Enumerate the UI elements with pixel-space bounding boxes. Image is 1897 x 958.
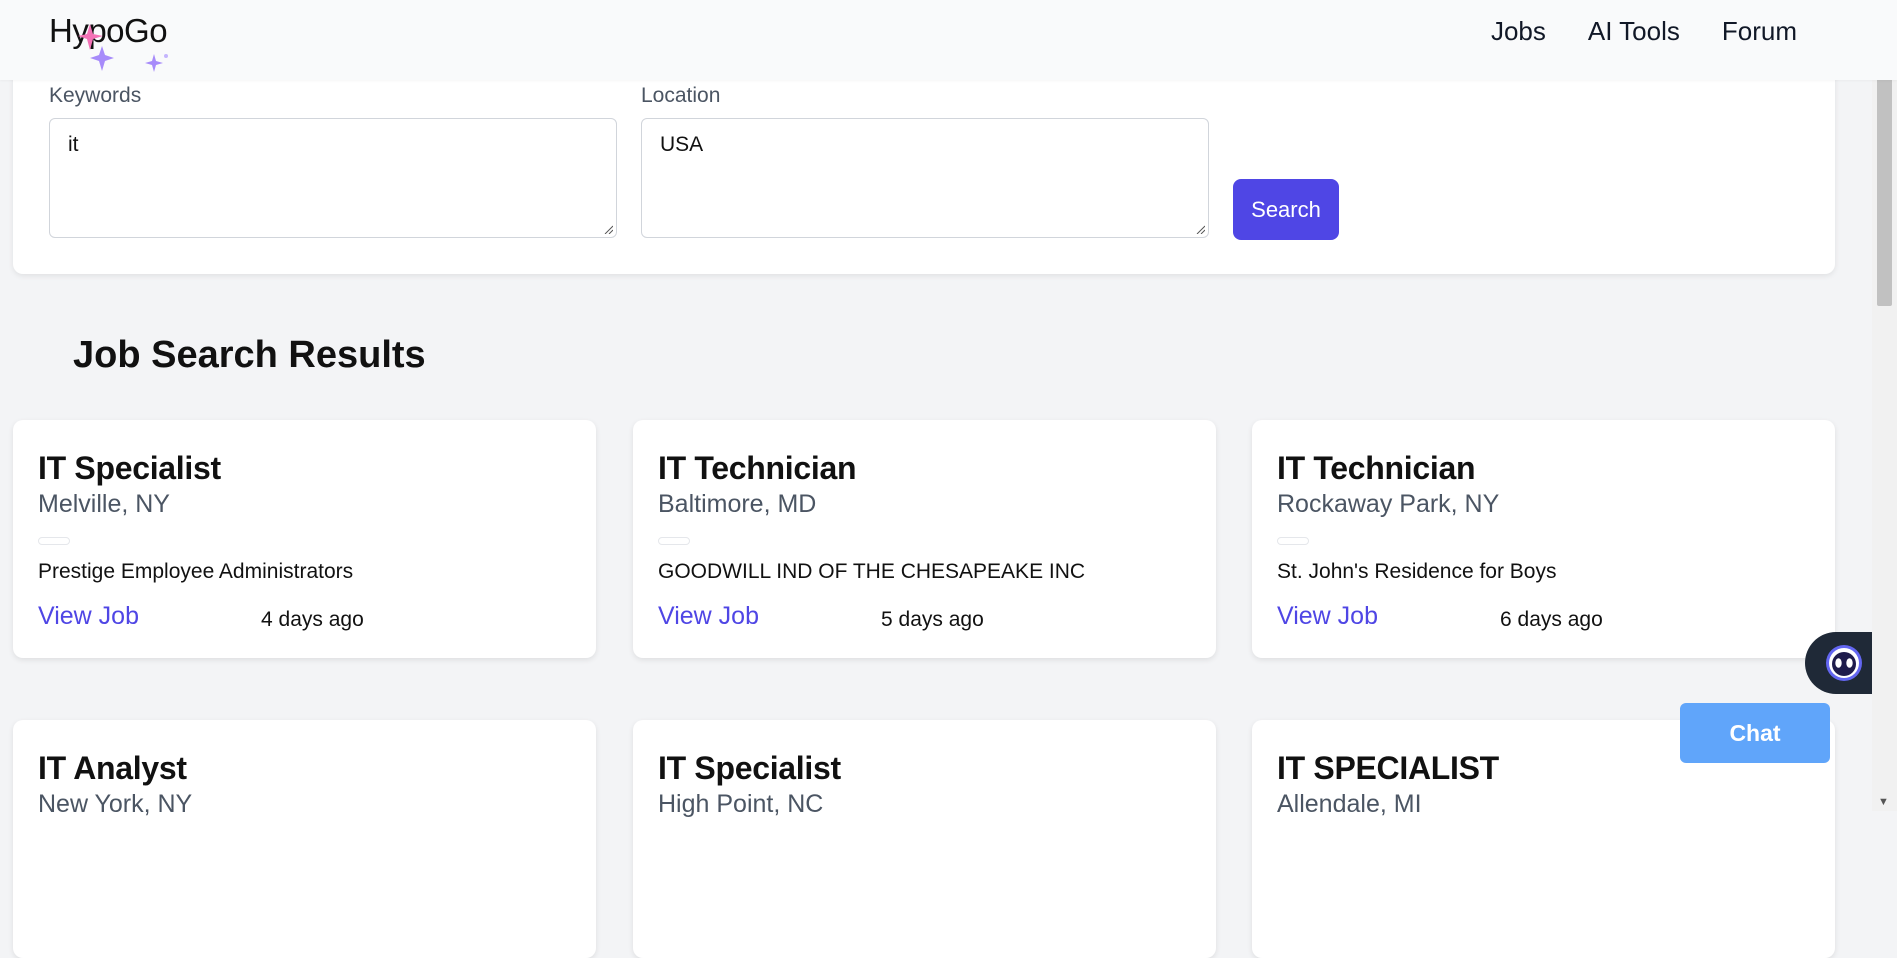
job-tag bbox=[658, 537, 690, 545]
keywords-input[interactable]: it bbox=[49, 118, 617, 238]
job-card[interactable]: IT Technician Baltimore, MD GOODWILL IND… bbox=[633, 420, 1216, 658]
job-posted-date: 6 days ago bbox=[1500, 608, 1603, 631]
job-title: IT Analyst bbox=[38, 750, 187, 786]
job-company: St. John's Residence for Boys bbox=[1277, 560, 1557, 583]
keywords-label: Keywords bbox=[49, 84, 142, 107]
sparkles-icon bbox=[78, 24, 168, 72]
job-location: New York, NY bbox=[38, 790, 193, 818]
job-location: Baltimore, MD bbox=[658, 490, 817, 518]
job-title: IT SPECIALIST bbox=[1277, 750, 1499, 786]
main-nav: Jobs AI Tools Forum bbox=[1491, 16, 1797, 47]
results-title: Job Search Results bbox=[73, 334, 426, 376]
location-value: USA bbox=[660, 133, 704, 156]
resize-grip-icon[interactable] bbox=[1195, 224, 1205, 234]
job-title: IT Technician bbox=[1277, 450, 1476, 486]
job-location: Allendale, MI bbox=[1277, 790, 1422, 818]
job-card[interactable]: IT Technician Rockaway Park, NY St. John… bbox=[1252, 420, 1835, 658]
view-job-link[interactable]: View Job bbox=[1277, 602, 1378, 631]
job-tag bbox=[38, 537, 70, 545]
chat-button[interactable]: Chat bbox=[1680, 703, 1830, 763]
job-card[interactable]: IT Analyst New York, NY bbox=[13, 720, 596, 958]
job-company: Prestige Employee Administrators bbox=[38, 560, 354, 583]
job-company: GOODWILL IND OF THE CHESAPEAKE INC bbox=[658, 560, 1086, 583]
resize-grip-icon[interactable] bbox=[603, 224, 613, 234]
job-posted-date: 5 days ago bbox=[881, 608, 984, 631]
view-job-link[interactable]: View Job bbox=[658, 602, 759, 631]
job-title: IT Specialist bbox=[658, 750, 841, 786]
job-posted-date: 4 days ago bbox=[261, 608, 364, 631]
job-tag bbox=[1277, 537, 1309, 545]
keywords-value: it bbox=[68, 133, 79, 156]
nav-ai-tools[interactable]: AI Tools bbox=[1588, 16, 1680, 47]
search-button[interactable]: Search bbox=[1233, 179, 1339, 240]
location-label: Location bbox=[641, 84, 721, 107]
nav-forum[interactable]: Forum bbox=[1722, 16, 1797, 47]
job-card[interactable]: IT Specialist High Point, NC bbox=[633, 720, 1216, 958]
location-input[interactable]: USA bbox=[641, 118, 1209, 238]
job-location: High Point, NC bbox=[658, 790, 824, 818]
view-job-link[interactable]: View Job bbox=[38, 602, 139, 631]
job-location: Rockaway Park, NY bbox=[1277, 490, 1500, 518]
search-panel: Keywords it Location USA Search bbox=[13, 62, 1835, 274]
nav-jobs[interactable]: Jobs bbox=[1491, 16, 1546, 47]
job-title: IT Specialist bbox=[38, 450, 221, 486]
bot-face-icon bbox=[1826, 645, 1862, 681]
scroll-down-arrow-icon[interactable]: ▼ bbox=[1878, 796, 1889, 808]
job-location: Melville, NY bbox=[38, 490, 170, 518]
job-card[interactable]: IT Specialist Melville, NY Prestige Empl… bbox=[13, 420, 596, 658]
scrollbar-thumb[interactable] bbox=[1877, 68, 1892, 306]
top-navbar: HypoGo Jobs AI Tools Forum bbox=[0, 0, 1897, 80]
job-title: IT Technician bbox=[658, 450, 857, 486]
